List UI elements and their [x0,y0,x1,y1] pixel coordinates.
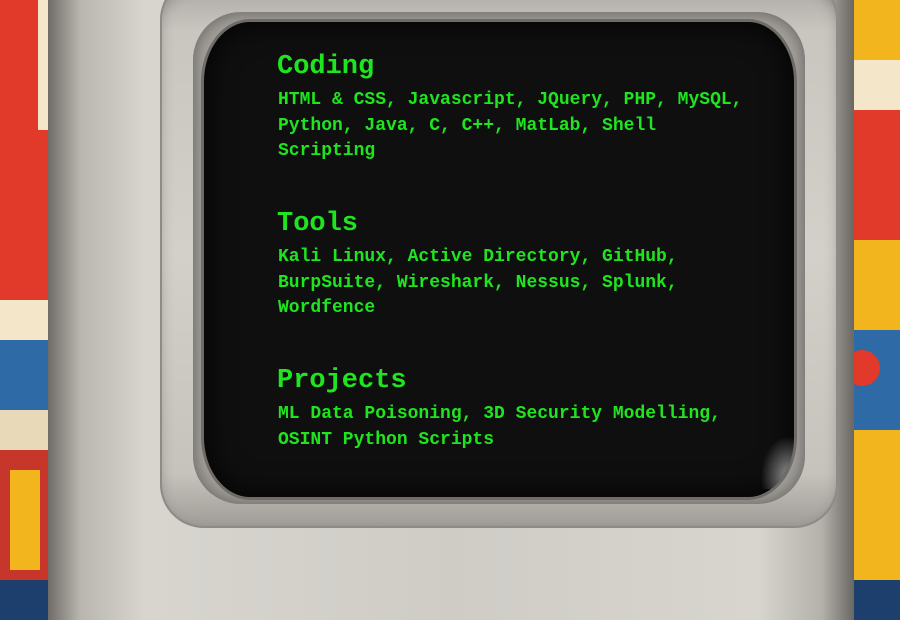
wallpaper-shape [0,0,38,300]
projects-list: ML Data Poisoning, 3D Security Modelling… [278,404,721,450]
projects-title: Projects [277,366,407,396]
tools-list: Kali Linux, Active Directory, GitHub, Bu… [278,247,678,318]
coding-title: Coding [277,52,375,82]
tools-title: Tools [277,209,359,239]
projects-section: Projects ML Data Poisoning, 3D Security … [277,362,777,497]
coding-section: Coding HTML & CSS, Javascript, JQuery, P… [277,48,777,205]
wallpaper-shape [10,470,40,570]
terminal-content: Coding HTML & CSS, Javascript, JQuery, P… [277,48,777,497]
screen-glare [756,429,794,489]
monitor-screen: Coding HTML & CSS, Javascript, JQuery, P… [204,22,794,497]
tools-section: Tools Kali Linux, Active Directory, GitH… [277,205,777,362]
crt-monitor: Coding HTML & CSS, Javascript, JQuery, P… [48,0,854,620]
coding-list: HTML & CSS, Javascript, JQuery, PHP, MyS… [278,90,743,161]
